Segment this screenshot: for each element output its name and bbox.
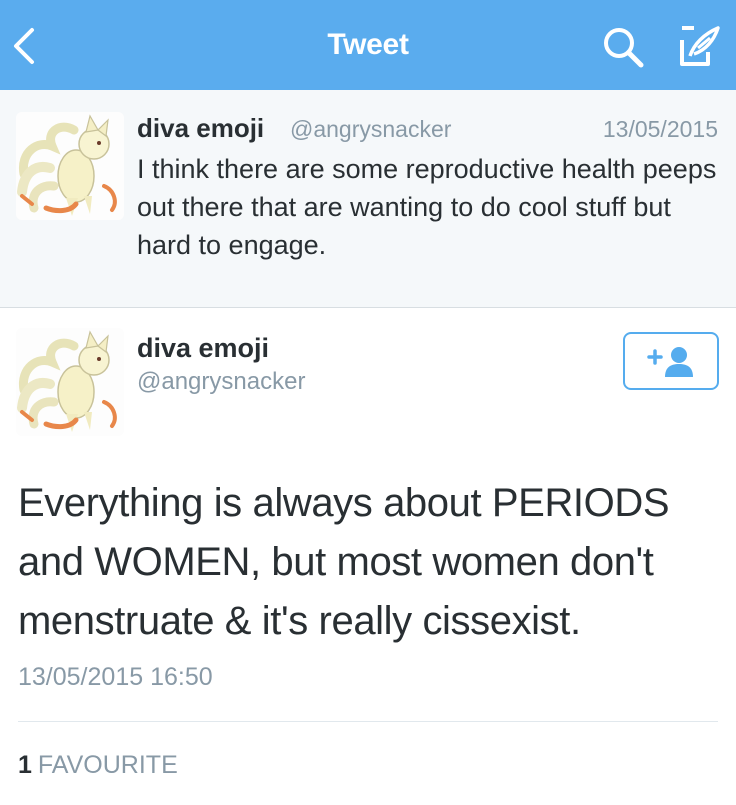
reply-tweet-text: I think there are some reproductive heal…: [137, 154, 717, 260]
navigation-bar: Tweet: [0, 0, 736, 90]
reply-date: 13/05/2015: [602, 116, 718, 142]
reply-tweet[interactable]: diva emoji @angrysnacker 13/05/2015 I th…: [0, 90, 736, 308]
reply-author-handle[interactable]: @angrysnacker: [290, 116, 451, 143]
avatar[interactable]: [16, 328, 124, 436]
favourites-label: FAVOURITE: [37, 751, 178, 779]
compose-tweet-icon[interactable]: [674, 22, 722, 70]
tweet-timestamp: 13/05/2015 16:50: [18, 663, 213, 691]
favourites-count: 1: [18, 751, 32, 779]
tweet-text: Everything is always about PERIODS and W…: [18, 481, 670, 643]
divider: [18, 721, 718, 722]
add-user-icon: [647, 347, 693, 377]
favourites-stat[interactable]: 1 FAVOURITE: [18, 751, 178, 780]
reply-author-name[interactable]: diva emoji: [137, 113, 264, 144]
search-icon[interactable]: [600, 24, 646, 70]
author-name[interactable]: diva emoji: [137, 333, 269, 364]
author-handle[interactable]: @angrysnacker: [137, 368, 305, 396]
follow-button[interactable]: [623, 332, 719, 390]
avatar[interactable]: [16, 112, 124, 220]
